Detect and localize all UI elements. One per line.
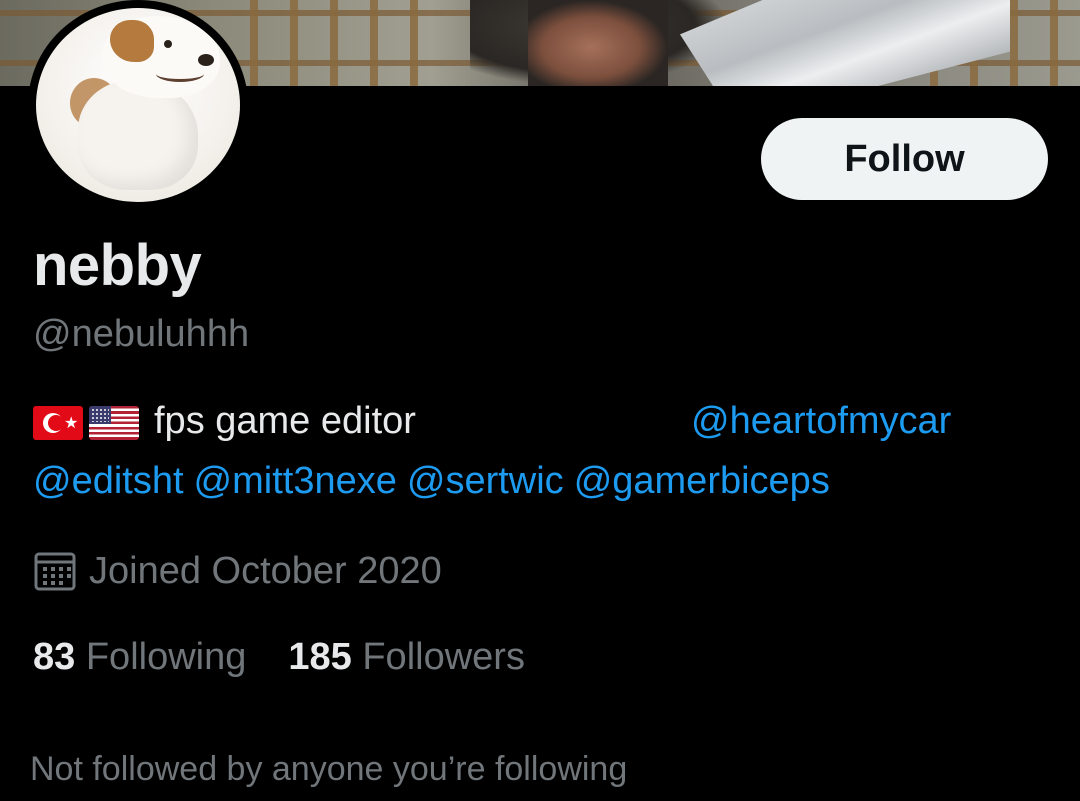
joined-date: Joined October 2020 [33,546,442,596]
mention-link[interactable]: @gamerbiceps [574,460,830,502]
display-name: nebby [33,233,202,298]
calendar-icon [34,552,76,591]
dog-eye [164,40,172,48]
bio-line-2: @editsht @mitt3nexe @sertwic @gamerbiceps [33,460,1073,510]
banner-rail [410,0,418,86]
following-label: Following [85,636,247,678]
avatar-image [36,8,240,202]
flag-turkey-icon: ★ [33,406,83,440]
banner-rail [1010,0,1018,86]
following-link[interactable]: 83 Following [33,636,246,679]
banner-rail [290,0,298,86]
banner-rail [1050,0,1058,86]
banner-rail [330,0,338,86]
dog-mouth [156,66,204,82]
avatar[interactable] [28,0,248,210]
mention-link[interactable]: @editsht [33,460,184,502]
banner-rail [370,0,378,86]
mention-link[interactable]: @mitt3nexe [194,460,397,502]
following-count: 83 [33,636,76,678]
dog-ear [110,20,154,62]
mutuals-note: Not followed by anyone you’re following [30,750,628,788]
follow-button[interactable]: Follow [761,118,1048,200]
followers-link[interactable]: 185 Followers [288,636,525,679]
username-handle: @nebuluhhh [33,313,250,355]
joined-text: Joined October 2020 [89,549,442,592]
mention-link[interactable]: @heartofmycar [691,400,951,443]
follow-stats: 83 Following 185 Followers [33,636,567,679]
dog-nose [198,54,214,66]
banner-face [528,0,668,86]
bio-line-1: ★ fps game editor @heartofmycar [33,400,1073,450]
flag-us-icon [89,406,139,440]
followers-label: Followers [362,636,525,678]
followers-count: 185 [288,636,352,678]
mention-link[interactable]: @sertwic [407,460,564,502]
banner-rail [250,0,258,86]
bio-text: fps game editor [154,400,416,442]
